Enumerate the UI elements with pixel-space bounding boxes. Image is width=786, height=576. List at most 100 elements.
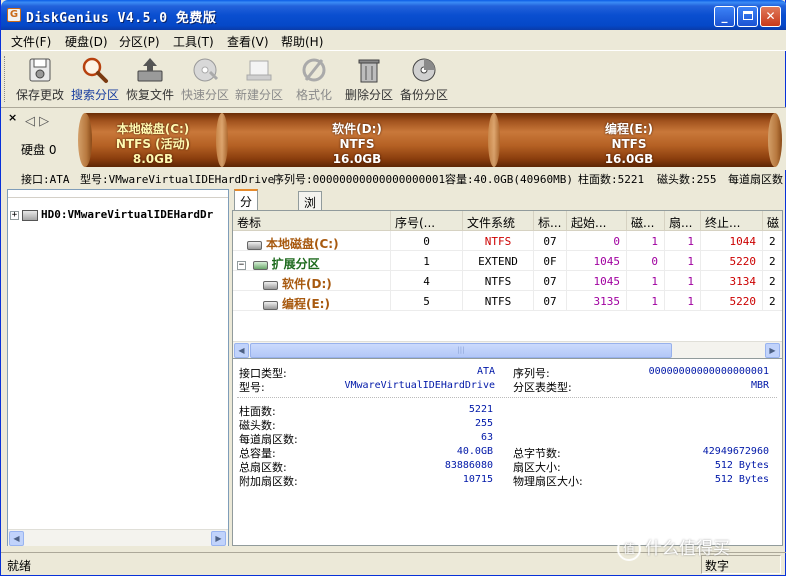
cell-end-cyl: 3134: [701, 271, 763, 291]
disk-tree-panel: + HD0:VMwareVirtualIDEHardDr ◀ ▶: [7, 189, 229, 546]
scroll-right-icon[interactable]: ▶: [765, 343, 780, 358]
detail-model: VMwareVirtualIDEHardDrive: [344, 380, 495, 391]
cell-fs: NTFS: [463, 291, 534, 311]
window-title: DiskGenius V4.5.0 免费版: [26, 11, 217, 26]
close-diskmap-icon[interactable]: ×: [8, 111, 17, 124]
restore-files-button[interactable]: 恢复文件: [123, 54, 177, 106]
cell-end-cyl: 1044: [701, 231, 763, 251]
tab-browse-files[interactable]: 浏览文件: [298, 191, 323, 261]
minimize-button[interactable]: _: [714, 6, 735, 27]
toolbar: 保存更改 搜索分区 恢复文件 快速分区 新建分区 格式化 删除分区 备份分区: [1, 50, 786, 108]
table-horizontal-scrollbar[interactable]: ◀ ||| ▶: [233, 341, 782, 358]
cell-start-sector: 1: [665, 231, 701, 251]
row-name: 编程(E:): [282, 297, 330, 311]
new-partition-button[interactable]: 新建分区: [232, 54, 286, 106]
partition-c-name: 本地磁盘(C:): [116, 122, 190, 136]
cell-end-cyl: 5220: [701, 251, 763, 271]
cell-id: 07: [534, 231, 567, 251]
detail-phys-sector: 512 Bytes: [714, 474, 769, 485]
title-bar[interactable]: G DiskGenius V4.5.0 免费版 _ ✕: [1, 0, 786, 30]
row-name: 扩展分区: [271, 257, 320, 271]
info-cylinders: 柱面数:5221: [578, 173, 645, 186]
scrollbar-thumb[interactable]: |||: [250, 343, 672, 358]
cell-volume: 本地磁盘(C:): [247, 231, 391, 251]
table-row-c[interactable]: 本地磁盘(C:) 0 NTFS 07 0 1 1 1044 2: [233, 231, 782, 251]
cell-id: 07: [534, 291, 567, 311]
detail-ptable-label: 分区表类型:: [513, 381, 572, 394]
partition-icon: [247, 240, 262, 250]
col-id[interactable]: 标...: [534, 211, 567, 231]
table-row-extended[interactable]: − 扩展分区 1 EXTEND 0F 1045 0 1 5220 2: [233, 251, 782, 271]
format-label: 格式化: [295, 88, 332, 102]
cell-end-head: 2: [769, 231, 782, 251]
table-row-e[interactable]: 编程(E:) 5 NTFS 07 3135 1 1 5220 2: [233, 291, 782, 311]
cell-volume: − 扩展分区: [237, 251, 391, 271]
partition-block-d[interactable]: 软件(D:) NTFS 16.0GB: [222, 113, 492, 167]
toolbar-grip[interactable]: [4, 56, 7, 102]
col-end-cyl[interactable]: 终止...: [701, 211, 763, 231]
right-panel: 分区参数 浏览文件 卷标 序号(... 文件系统 标... 起始... 磁...…: [232, 189, 783, 546]
diskgenius-app-icon[interactable]: G: [7, 8, 21, 22]
col-start-sector[interactable]: 扇...: [665, 211, 701, 231]
cell-end-head: 2: [769, 251, 782, 271]
col-start-head[interactable]: 磁...: [627, 211, 665, 231]
cell-start-sector: 1: [665, 271, 701, 291]
col-index[interactable]: 序号(...: [391, 211, 463, 231]
col-end-head[interactable]: 磁: [763, 211, 782, 231]
maximize-button[interactable]: [737, 6, 758, 27]
disk-nav-arrows[interactable]: ◁ ▷: [25, 114, 49, 129]
quick-partition-button[interactable]: 快速分区: [178, 54, 232, 106]
expand-icon[interactable]: +: [10, 210, 19, 220]
close-button[interactable]: ✕: [760, 6, 781, 27]
info-sectors: 每道扇区数: [728, 173, 783, 186]
search-partition-button[interactable]: 搜索分区: [68, 54, 122, 106]
partition-c-fs: NTFS (活动): [115, 137, 191, 151]
partition-block-e[interactable]: 编程(E:) NTFS 16.0GB: [494, 113, 764, 167]
tree-node-hd0[interactable]: + HD0:VMwareVirtualIDEHardDr: [10, 208, 213, 221]
detail-extra-sectors: 10715: [462, 474, 493, 485]
tree-horizontal-scrollbar[interactable]: ◀ ▶: [8, 529, 228, 546]
menu-disk[interactable]: 硬盘(D): [65, 33, 108, 50]
tab-partition-params[interactable]: 分区参数: [234, 189, 259, 260]
delete-partition-button[interactable]: 删除分区: [342, 54, 396, 106]
table-header: 卷标 序号(... 文件系统 标... 起始... 磁... 扇... 终止..…: [233, 211, 782, 231]
prev-disk-icon[interactable]: ◁: [25, 114, 35, 129]
delete-partition-label: 删除分区: [344, 88, 393, 102]
watermark: 值什么值得买: [617, 534, 730, 561]
col-volume-label[interactable]: 卷标: [233, 211, 391, 231]
scroll-left-icon[interactable]: ◀: [234, 343, 249, 358]
format-button[interactable]: 格式化: [291, 54, 337, 106]
restore-files-label: 恢复文件: [125, 88, 174, 102]
save-changes-button[interactable]: 保存更改: [13, 54, 67, 106]
partition-e-size: 16.0GB: [604, 152, 654, 166]
cell-fs: EXTEND: [463, 251, 534, 271]
menu-file[interactable]: 文件(F): [11, 33, 51, 50]
detail-phys-sector-label: 物理扇区大小:: [513, 475, 583, 488]
scroll-left-icon[interactable]: ◀: [9, 531, 24, 546]
menu-help[interactable]: 帮助(H): [281, 33, 323, 50]
next-disk-icon[interactable]: ▷: [39, 114, 49, 129]
extended-partition-icon: [252, 260, 268, 270]
col-start-cyl[interactable]: 起始...: [567, 211, 627, 231]
detail-total-bytes: 42949672960: [702, 446, 769, 457]
partition-block-c[interactable]: 本地磁盘(C:) NTFS (活动) 8.0GB: [85, 113, 221, 167]
menu-tools[interactable]: 工具(T): [173, 33, 214, 50]
table-row-d[interactable]: 软件(D:) 4 NTFS 07 1045 1 1 3134 2: [233, 271, 782, 291]
cell-start-cyl: 0: [567, 231, 627, 251]
menu-view[interactable]: 查看(V): [227, 33, 269, 50]
menu-partition[interactable]: 分区(P): [119, 33, 160, 50]
scroll-right-icon[interactable]: ▶: [211, 531, 226, 546]
col-filesystem[interactable]: 文件系统: [463, 211, 534, 231]
detail-ptable: MBR: [750, 380, 769, 391]
collapse-icon[interactable]: −: [237, 260, 246, 270]
cell-start-head: 1: [627, 231, 665, 251]
app-window: G DiskGenius V4.5.0 免费版 _ ✕ 文件(F) 硬盘(D) …: [0, 0, 786, 576]
magnifier-icon: [82, 57, 108, 83]
save-changes-label: 保存更改: [15, 88, 64, 102]
cylinder-right-cap: [768, 113, 782, 167]
info-heads: 磁头数:255: [657, 173, 717, 186]
partition-c-size: 8.0GB: [132, 152, 174, 166]
restore-icon: [137, 58, 163, 82]
backup-partition-button[interactable]: 备份分区: [397, 54, 451, 106]
cell-end-head: 2: [769, 271, 782, 291]
